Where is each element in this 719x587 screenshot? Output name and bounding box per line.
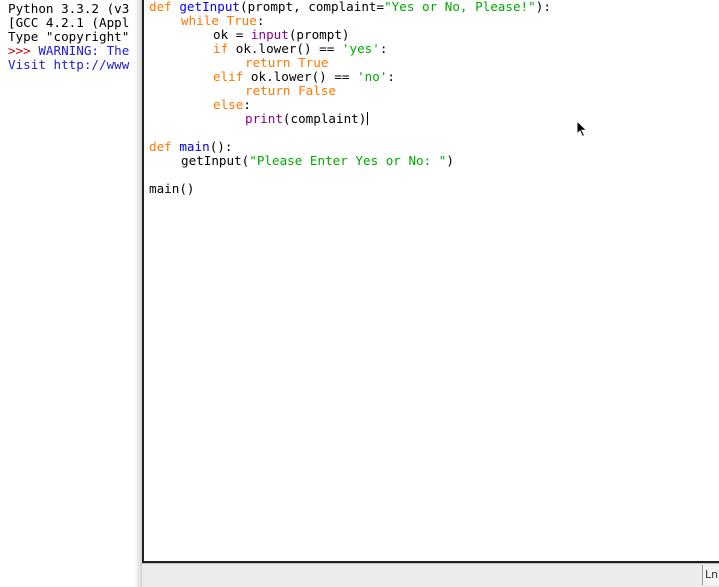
code-line-1: def getInput(prompt, complaint="Yes or N… [149,0,551,14]
code-call: getInput( [181,153,250,168]
function-name-main: main [179,139,210,154]
code-call: (prompt) [288,27,350,42]
code-punct: ) [446,153,454,168]
string-literal: 'no' [357,69,388,84]
python-shell-window[interactable]: Python 3.3.2 (v3 [GCC 4.2.1 (Appl Type "… [0,0,142,587]
keyword-return-false: return False [245,83,336,98]
code-line-8: else: [213,98,251,112]
text-caret [367,112,369,125]
code-punct: : [387,69,396,84]
keyword-else: else [213,97,244,112]
code-line-6: elif ok.lower() == 'no': [213,70,395,84]
code-punct: (): [209,139,233,154]
code-line-4: if ok.lower() == 'yes': [213,42,387,56]
editor-status-bar: Ln [142,563,719,587]
code-punct: : [256,13,265,28]
code-line-9: print(complaint) [245,111,369,126]
string-literal: 'yes' [341,41,380,56]
keyword-if: if [213,41,229,56]
string-literal: "Yes or No, Please!" [384,0,536,14]
code-line-5: return True [245,56,328,70]
keyword-def: def [149,139,180,154]
code-assign: ok = [213,27,251,42]
shell-gcc-line: [GCC 4.2.1 (Appl [8,15,130,30]
code-line-14: main() [149,181,195,196]
shell-visit-line: Visit http://www [8,57,130,72]
shell-warning-text: WARNING: The [38,43,130,58]
code-line-3: ok = input(prompt) [213,28,350,42]
builtin-input: input [250,27,289,42]
code-punct: : [379,41,388,56]
keyword-elif: elif [213,69,244,84]
code-args: (prompt, complaint= [240,0,385,14]
shell-warning-line: >>> WARNING: The [8,44,129,58]
builtin-print: print [245,111,283,126]
code-compare: ok.lower() == [228,41,342,56]
code-compare: ok.lower() == [243,69,358,84]
code-call: (complaint) [282,111,367,126]
code-line-2: while True: [181,14,264,28]
line-column-indicator: Ln [702,565,719,585]
code-editor-window[interactable]: def getInput(prompt, complaint="Yes or N… [142,0,719,563]
shell-prompt: >>> [8,43,39,58]
keyword-while: while True [181,13,257,28]
code-line-11: def main(): [149,140,232,154]
keyword-def: def [149,0,180,14]
code-line-12: getInput("Please Enter Yes or No: ") [181,154,454,168]
function-name-getinput: getInput [179,0,241,14]
string-literal: "Please Enter Yes or No: " [249,153,447,168]
keyword-return-true: return True [245,55,329,70]
code-punct: : [243,97,251,112]
shell-copyright-line: Type "copyright" [8,29,130,44]
code-punct: ): [535,0,551,14]
shell-banner-line: Python 3.3.2 (v3 [8,1,130,16]
code-line-7: return False [245,84,336,98]
mouse-pointer-icon [576,120,588,138]
